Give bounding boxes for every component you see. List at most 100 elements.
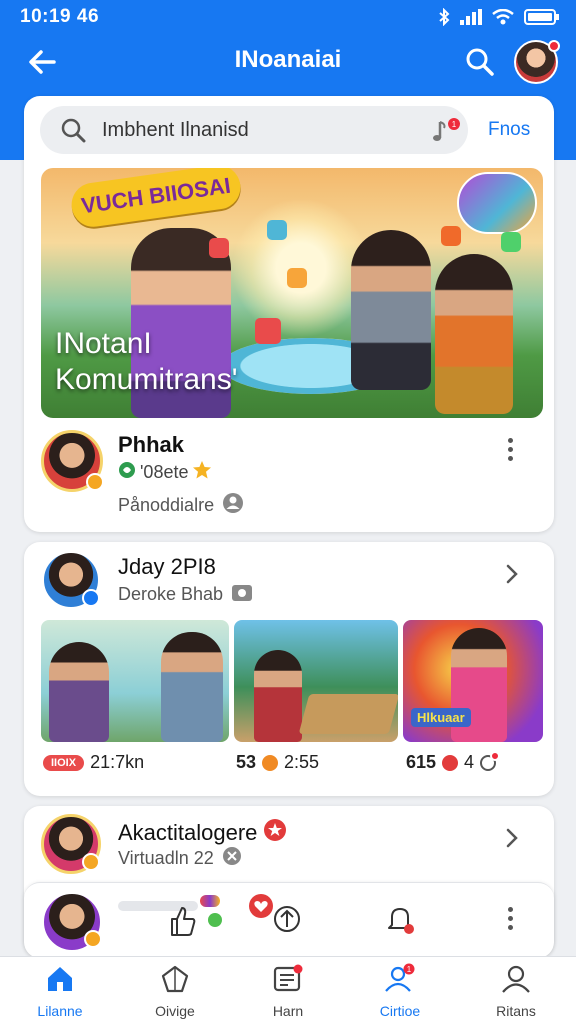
notification-bell-icon[interactable] xyxy=(384,903,416,940)
home-icon xyxy=(10,963,110,995)
bottom-navigation: Lilanne Oivige Harn 1 Cirtioe Ritans xyxy=(0,956,576,1024)
svg-text:1: 1 xyxy=(452,120,457,129)
nav-label: Cirtioe xyxy=(379,1003,421,1019)
hero-overlay-line: Komumitrans' xyxy=(55,363,238,396)
post-meta: '08ete xyxy=(118,460,212,485)
avatar-badge xyxy=(82,853,100,871)
floating-icon xyxy=(441,226,461,246)
chevron-right-icon[interactable] xyxy=(504,826,520,855)
post-author-name[interactable]: Akactitalogere xyxy=(118,820,257,846)
bluetooth-icon xyxy=(438,7,450,31)
hero-overlay-line: INotanI xyxy=(55,327,152,360)
post-author-name[interactable]: Phhak xyxy=(118,432,184,458)
post-subtitle: Deroke Bhab xyxy=(118,584,224,604)
action-row-card xyxy=(24,882,554,958)
status-icons xyxy=(438,7,560,31)
chevron-right-icon[interactable] xyxy=(504,562,520,591)
hero-overlay-text: INotanI Komumitrans' xyxy=(55,326,237,398)
hero-image[interactable]: VUCH BIIOSAI INotanI Komumitrans' xyxy=(41,168,543,418)
nav-item-profile[interactable]: Ritans xyxy=(466,963,566,1019)
like-icon[interactable] xyxy=(168,905,196,942)
globe-icon xyxy=(118,461,136,484)
friends-icon: 1 xyxy=(350,963,450,995)
thumbnail-stat: 2:55 xyxy=(284,752,320,772)
person-figure xyxy=(161,632,223,742)
post-subtitle-row: Deroke Bhab xyxy=(118,582,253,607)
thumbnail-image[interactable]: Hlkuaar xyxy=(403,620,543,742)
person-figure xyxy=(351,230,431,390)
post-author-name[interactable]: Jday 2PI8 xyxy=(118,554,216,580)
author-avatar[interactable] xyxy=(41,430,104,492)
avatar-badge xyxy=(84,930,102,948)
floating-icon xyxy=(287,268,307,288)
post-subtitle-row: Virtuadln 22 xyxy=(118,846,242,871)
svg-text:1: 1 xyxy=(407,965,412,974)
app-bar: INoanaiai xyxy=(0,40,576,84)
wifi-icon xyxy=(492,8,514,30)
person-figure xyxy=(435,254,513,414)
notification-dot xyxy=(490,750,501,761)
thumbnail-stat: 615 xyxy=(406,752,437,772)
floating-icon xyxy=(267,220,287,240)
person-figure xyxy=(254,650,302,742)
floating-icon xyxy=(255,318,281,344)
nav-label: Ritans xyxy=(496,1003,536,1019)
photo-icon xyxy=(231,582,253,607)
friends-icon xyxy=(222,492,244,519)
post-meta-text: '08ete xyxy=(140,462,189,482)
filters-link[interactable]: Fnos xyxy=(488,119,530,141)
floating-icon xyxy=(209,238,229,258)
pentagon-icon xyxy=(125,963,225,995)
alert-icon xyxy=(442,754,459,771)
nav-item-home[interactable]: Lilanne xyxy=(10,963,110,1019)
nav-item-friends[interactable]: 1 Cirtioe xyxy=(350,963,450,1019)
post-card: Jday 2PI8 Deroke Bhab Hlkuaar IIOIX 21:7… xyxy=(24,542,554,796)
profile-avatar[interactable] xyxy=(514,40,560,84)
heart-badge-icon xyxy=(248,893,274,924)
notification-dot xyxy=(548,40,560,52)
hero-banner: VUCH BIIOSAI xyxy=(68,168,244,230)
reaction-icons xyxy=(200,895,222,927)
thumbnail-image[interactable] xyxy=(41,620,229,742)
post-subtitle: Pånoddialre xyxy=(118,495,215,515)
author-avatar[interactable] xyxy=(41,550,101,610)
coin-icon xyxy=(262,754,279,771)
reaction-icon xyxy=(200,895,220,907)
status-bar: 10:19 46 xyxy=(0,6,576,30)
search-icon[interactable] xyxy=(464,46,496,83)
author-avatar[interactable] xyxy=(41,814,101,874)
nav-item-messages[interactable]: Harn xyxy=(238,963,338,1019)
battery-icon xyxy=(524,9,560,30)
profile-icon xyxy=(466,963,566,995)
search-input[interactable]: Imbhent Ilnanisd 1 xyxy=(40,106,468,154)
thumbnail-meta: 615 4 xyxy=(406,750,501,773)
verified-badge-icon xyxy=(263,818,287,847)
music-note-icon[interactable]: 1 xyxy=(432,118,462,149)
more-options-icon[interactable] xyxy=(508,438,514,461)
post-subtitle-row: Pånoddialre xyxy=(118,492,244,519)
close-circle-icon xyxy=(222,846,242,871)
thumbnail-stat: 21:7kn xyxy=(90,752,145,772)
nav-item-explore[interactable]: Oivige xyxy=(125,963,225,1019)
thumbnail-meta: IIOIX 21:7kn xyxy=(43,752,144,773)
post-subtitle: Virtuadln 22 xyxy=(118,848,214,868)
thumbnail-stat: 4 xyxy=(464,752,475,772)
thumbnail-meta: 53 2:55 xyxy=(236,752,319,773)
message-icon xyxy=(238,963,338,995)
keyboard-illustration xyxy=(298,694,398,734)
user-avatar[interactable] xyxy=(41,891,103,953)
nav-label: Harn xyxy=(272,1003,304,1019)
nav-label: Lilanne xyxy=(37,1003,83,1019)
thumbnail-stat: 53 xyxy=(236,752,257,772)
floating-icon xyxy=(501,232,521,252)
thumbnail-image[interactable] xyxy=(234,620,398,742)
more-options-icon[interactable] xyxy=(508,907,514,930)
signal-icon xyxy=(460,9,482,30)
share-icon[interactable] xyxy=(272,903,302,940)
thumbnail-label: Hlkuaar xyxy=(411,708,471,727)
search-value: Imbhent Ilnanisd xyxy=(102,119,249,141)
inset-image xyxy=(457,172,537,234)
avatar-badge xyxy=(86,473,104,491)
reaction-icon xyxy=(208,913,222,927)
thumbnail-badge: IIOIX xyxy=(43,754,85,771)
